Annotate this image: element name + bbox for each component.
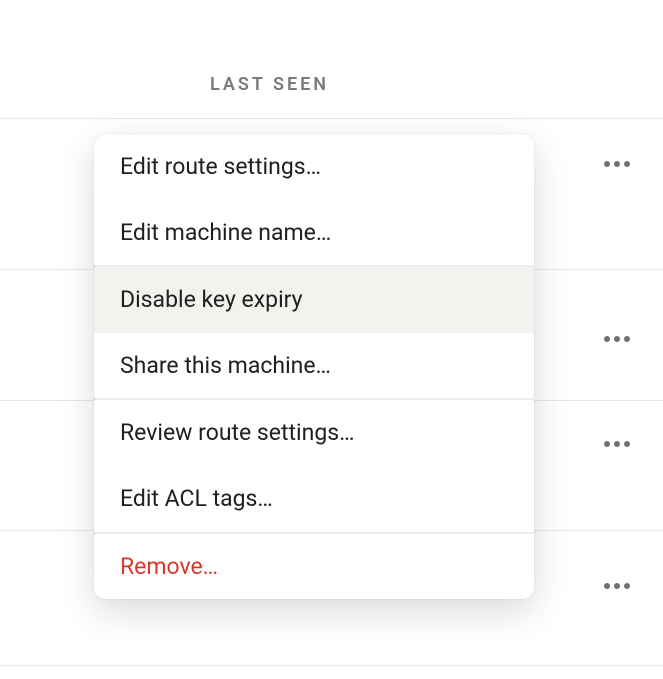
menu-item-label: Remove… [120, 553, 218, 580]
ellipsis-icon [604, 152, 630, 171]
row-actions-button[interactable] [599, 565, 635, 601]
menu-item-edit-acl-tags[interactable]: Edit ACL tags… [94, 466, 534, 532]
ellipsis-icon [604, 574, 630, 593]
menu-item-label: Edit machine name… [120, 219, 331, 246]
menu-item-remove[interactable]: Remove… [94, 534, 534, 600]
menu-item-edit-machine-name[interactable]: Edit machine name… [94, 200, 534, 266]
menu-item-label: Review route settings… [120, 419, 355, 446]
menu-item-label: Disable key expiry [120, 286, 303, 313]
row-actions-button[interactable] [599, 143, 635, 179]
menu-item-review-route-settings[interactable]: Review route settings… [94, 400, 534, 466]
row-actions-button[interactable] [599, 318, 635, 354]
ellipsis-icon [604, 432, 630, 451]
menu-item-label: Edit ACL tags… [120, 485, 273, 512]
menu-item-disable-key-expiry[interactable]: Disable key expiry [94, 267, 534, 333]
menu-item-share-this-machine[interactable]: Share this machine… [94, 333, 534, 399]
menu-item-edit-route-settings[interactable]: Edit route settings… [94, 134, 534, 200]
column-header-last-seen: LAST SEEN [210, 74, 329, 95]
menu-item-label: Share this machine… [120, 352, 331, 379]
row-actions-button[interactable] [599, 423, 635, 459]
menu-item-label: Edit route settings… [120, 153, 321, 180]
machine-actions-menu: Edit route settings… Edit machine name… … [94, 134, 534, 599]
ellipsis-icon [604, 327, 630, 346]
